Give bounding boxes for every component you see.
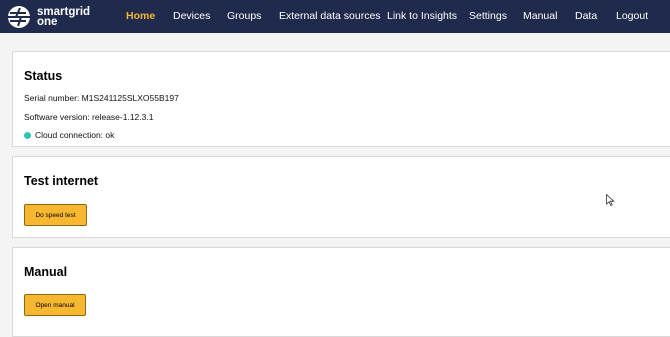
cloud-status-indicator-icon [24,132,31,139]
test-internet-card: Test internet Do speed test [12,156,670,238]
speed-test-button[interactable]: Do speed test [24,204,87,226]
status-title: Status [24,69,63,83]
nav-item-devices[interactable]: Devices [173,0,210,33]
serial-number: Serial number: M1S241125SLXO55B197 [24,93,179,103]
nav-item-data[interactable]: Data [575,0,597,33]
nav-item-link-to-insights[interactable]: Link to Insights [387,0,457,33]
nav-item-logout[interactable]: Logout [616,0,648,33]
open-manual-button[interactable]: Open manual [24,294,86,316]
logo-text: smartgrid one [37,6,90,28]
nav-item-manual[interactable]: Manual [523,0,557,33]
manual-title: Manual [24,265,68,279]
smartgrid-logo[interactable]: smartgrid one [6,4,90,30]
cloud-connection: Cloud connection: ok [24,130,114,140]
cloud-connection-text: Cloud connection: ok [35,130,115,140]
software-version: Software version: release-1.12.3.1 [24,112,154,122]
nav-item-groups[interactable]: Groups [227,0,261,33]
logo-icon [8,6,30,28]
logo-text-line2: one [37,16,58,28]
top-navigation-bar: smartgrid one Home Devices Groups Extern… [0,0,670,33]
nav-item-settings[interactable]: Settings [469,0,507,33]
test-internet-title: Test internet [24,174,99,188]
mouse-cursor-icon [606,194,615,206]
nav-item-external-data-sources[interactable]: External data sources [279,0,381,33]
status-card: Status Serial number: M1S241125SLXO55B19… [12,51,670,147]
nav-item-home[interactable]: Home [126,0,155,33]
manual-card: Manual Open manual [12,247,670,337]
